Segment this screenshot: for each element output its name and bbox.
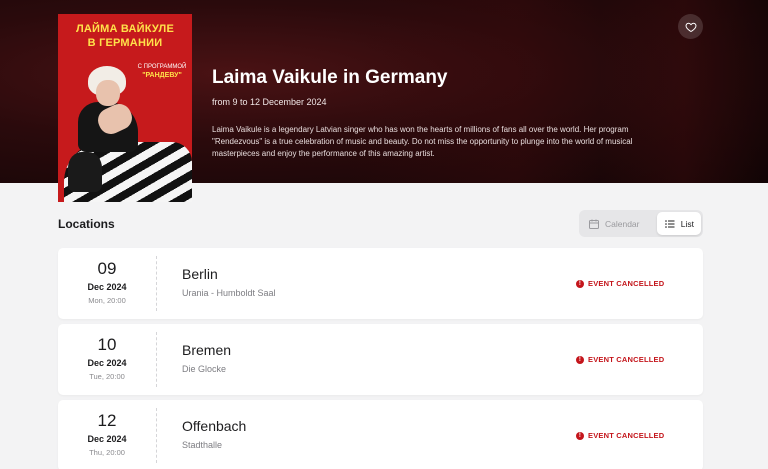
card-divider [156, 256, 157, 311]
event-city: Offenbach [182, 418, 247, 434]
event-month-year: Dec 2024 [87, 358, 127, 368]
event-month-year: Dec 2024 [87, 282, 127, 292]
alert-icon: ! [576, 279, 584, 288]
status-label: EVENT CANCELLED [588, 279, 665, 288]
poster-title-line1: ЛАЙМА ВАЙКУЛЕ [75, 23, 175, 35]
event-weekday-time: Thu, 20:00 [89, 448, 125, 457]
event-date: 09 Dec 2024 Mon, 20:00 [58, 248, 156, 319]
event-month-year: Dec 2024 [87, 434, 127, 444]
event-day: 09 [97, 259, 117, 278]
poster-program-name: "РАНДЕВУ" [142, 72, 182, 79]
status-badge: ! EVENT CANCELLED [576, 279, 664, 288]
poster-dog-graphic [68, 152, 102, 192]
poster-title-line2: В ГЕРМАНИИ [87, 37, 163, 49]
location-card-bremen[interactable]: 10 Dec 2024 Tue, 20:00 Bremen Die Glocke… [58, 324, 703, 395]
event-day: 10 [97, 335, 117, 354]
view-switch: Calendar List [579, 210, 703, 237]
event-day: 12 [97, 411, 117, 430]
alert-icon: ! [576, 431, 584, 440]
event-city: Bremen [182, 342, 232, 358]
poster-face-graphic [96, 80, 120, 106]
calendar-view-label: Calendar [605, 218, 640, 229]
event-venue: Stadthalle [182, 440, 223, 450]
location-card-berlin[interactable]: 09 Dec 2024 Mon, 20:00 Berlin Urania - H… [58, 248, 703, 319]
favorite-button[interactable] [678, 14, 703, 39]
status-badge: ! EVENT CANCELLED [576, 431, 664, 440]
status-badge: ! EVENT CANCELLED [576, 355, 664, 364]
status-label: EVENT CANCELLED [588, 355, 665, 364]
alert-icon: ! [576, 355, 584, 364]
event-venue: Urania - Humboldt Saal [182, 288, 276, 298]
event-title: Laima Vaikule in Germany [212, 67, 448, 88]
status-label: EVENT CANCELLED [588, 431, 665, 440]
heart-icon [685, 22, 696, 32]
poster-program-label: С ПРОГРАММОЙ [137, 64, 187, 70]
event-city: Berlin [182, 266, 218, 282]
event-weekday-time: Tue, 20:00 [89, 372, 125, 381]
event-weekday-time: Mon, 20:00 [88, 296, 126, 305]
calendar-view-button[interactable]: Calendar [581, 212, 647, 235]
event-dates: from 9 to 12 December 2024 [212, 97, 327, 107]
location-card-offenbach[interactable]: 12 Dec 2024 Thu, 20:00 Offenbach Stadtha… [58, 400, 703, 469]
event-description: Laima Vaikule is a legendary Latvian sin… [212, 125, 633, 158]
event-venue: Die Glocke [182, 364, 227, 374]
event-date: 12 Dec 2024 Thu, 20:00 [58, 400, 156, 469]
calendar-icon [589, 219, 599, 229]
poster-title: ЛАЙМА ВАЙКУЛЕ В ГЕРМАНИИ [58, 22, 192, 50]
event-poster[interactable]: ЛАЙМА ВАЙКУЛЕ В ГЕРМАНИИ С ПРОГРАММОЙ "Р… [58, 14, 192, 202]
locations-heading: Locations [58, 217, 115, 231]
event-date: 10 Dec 2024 Tue, 20:00 [58, 324, 156, 395]
card-divider [156, 332, 157, 387]
card-divider [156, 408, 157, 463]
list-icon [664, 219, 675, 228]
list-view-label: List [680, 218, 694, 229]
list-view-button[interactable]: List [656, 212, 701, 235]
